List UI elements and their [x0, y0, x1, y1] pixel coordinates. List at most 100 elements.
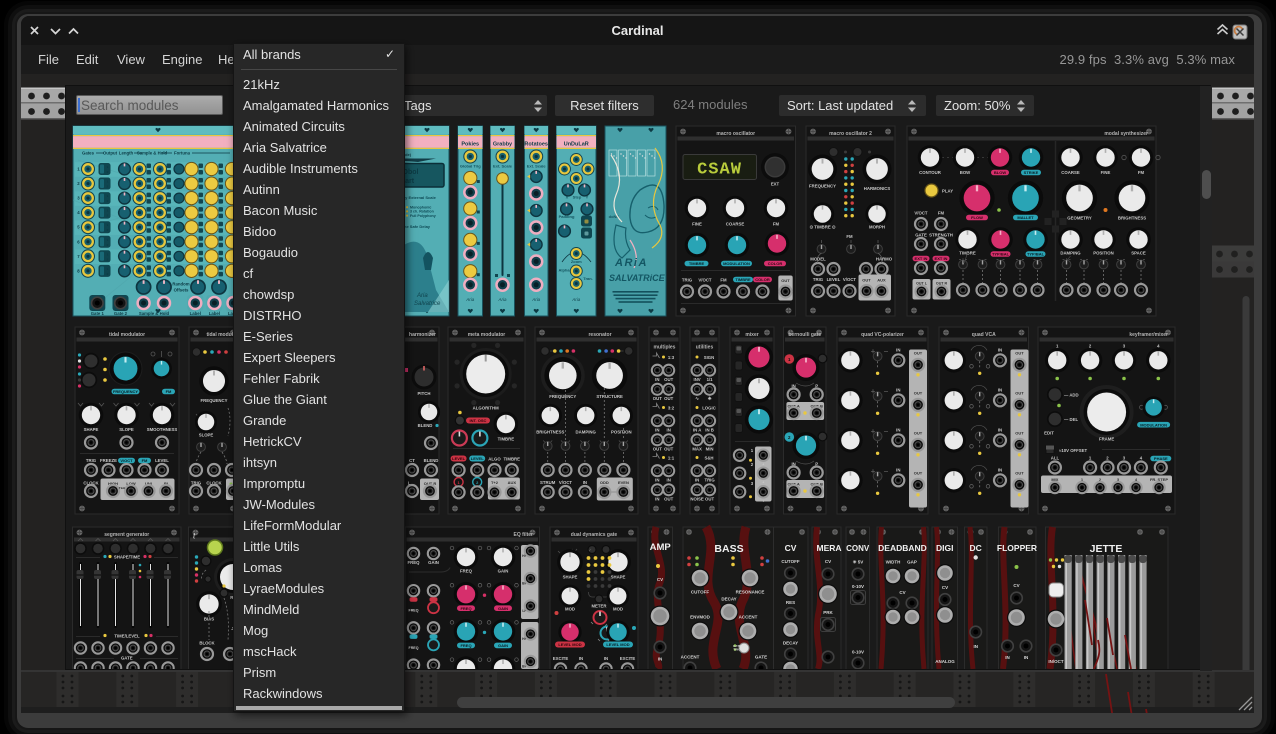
- svg-text:MAX: MAX: [692, 447, 702, 452]
- svg-text:Full Polyphony: Full Polyphony: [410, 214, 436, 218]
- svg-text:Random: Random: [172, 282, 189, 287]
- svg-text:utilities: utilities: [696, 345, 714, 351]
- svg-text:— ADD: — ADD: [1064, 393, 1079, 398]
- svg-text:FM: FM: [142, 458, 148, 463]
- svg-text:Sample & Hold: Sample & Hold: [139, 311, 170, 316]
- svg-text:CV: CV: [825, 559, 831, 564]
- svg-text:Gate 1: Gate 1: [91, 311, 105, 316]
- svg-text:CV: CV: [657, 577, 663, 582]
- svg-text:TRIG: TRIG: [682, 278, 693, 283]
- svg-text:BASS: BASS: [714, 543, 743, 555]
- svg-text:ARiA: ARiA: [614, 257, 648, 269]
- svg-text:FM: FM: [846, 234, 853, 239]
- svg-text:FREQ: FREQ: [460, 606, 471, 611]
- svg-text:Offsets: Offsets: [174, 288, 189, 293]
- svg-text:modal synthesizer: modal synthesizer: [1104, 131, 1148, 137]
- svg-text:CUTOFF: CUTOFF: [691, 590, 709, 595]
- svg-text:TRIG: TRIG: [813, 277, 824, 282]
- svg-text:TIMBRE: TIMBRE: [498, 437, 515, 442]
- svg-text:V/OCT: V/OCT: [120, 458, 133, 463]
- svg-text:SPACE: SPACE: [1131, 251, 1146, 256]
- svg-text:OUT: OUT: [914, 470, 923, 475]
- svg-text:Gates: Gates: [82, 151, 95, 156]
- svg-text:IN: IN: [896, 387, 900, 392]
- svg-text:GAIN: GAIN: [498, 606, 508, 611]
- svg-text:Pokies: Pokies: [461, 141, 479, 147]
- svg-text:IN: IN: [896, 467, 900, 472]
- svg-text:COARSE: COARSE: [726, 222, 745, 227]
- svg-text:DECAY: DECAY: [721, 597, 736, 602]
- svg-text:BLEND: BLEND: [424, 458, 439, 463]
- svg-text:IN: IN: [998, 467, 1002, 472]
- svg-text:quad VC-polarizer: quad VC-polarizer: [861, 332, 904, 338]
- svg-text:STRIKE: STRIKE: [1024, 170, 1039, 175]
- svg-text:IN: IN: [667, 428, 671, 433]
- svg-text:IN: IN: [655, 497, 659, 502]
- svg-text:DECAY: DECAY: [783, 641, 798, 646]
- svg-text:Output: Output: [103, 151, 118, 156]
- svg-text:segment generator: segment generator: [104, 532, 149, 538]
- svg-text:IN: IN: [655, 428, 659, 433]
- svg-text:IN: IN: [1024, 655, 1029, 660]
- svg-text:IN: IN: [998, 387, 1002, 392]
- svg-text:Tran.: Tran.: [583, 276, 593, 281]
- svg-text:S&H: S&H: [704, 456, 713, 461]
- svg-text:FREQ: FREQ: [460, 643, 471, 648]
- svg-text:BOW: BOW: [960, 170, 971, 175]
- svg-text:SHAPE: SHAPE: [563, 575, 578, 580]
- svg-text:ODD: ODD: [600, 480, 609, 485]
- svg-text:— DEL: — DEL: [1064, 417, 1078, 422]
- svg-text:⎈: ⎈: [708, 396, 712, 401]
- svg-text:IN/OCT: IN/OCT: [1048, 659, 1064, 664]
- svg-text:CONTOUR: CONTOUR: [919, 170, 942, 175]
- svg-text:PITCH: PITCH: [418, 391, 431, 396]
- svg-text:IN: IN: [655, 478, 659, 483]
- svg-text:MORPH: MORPH: [869, 225, 885, 230]
- svg-text:NOISE: NOISE: [690, 497, 704, 502]
- svg-text:Ext. Scale: Ext. Scale: [493, 164, 513, 169]
- svg-text:IN: IN: [583, 480, 587, 485]
- svg-text:SHAPE/TIME: SHAPE/TIME: [114, 555, 140, 560]
- svg-text:1/1: 1/1: [707, 377, 714, 382]
- svg-text:keyframer/mixer: keyframer/mixer: [1129, 332, 1168, 338]
- svg-text:WIDTH: WIDTH: [886, 560, 901, 565]
- svg-text:RESONANCE: RESONANCE: [736, 590, 765, 595]
- svg-text:Zoom: Zoom: [571, 259, 582, 264]
- svg-text:METER: METER: [591, 604, 607, 609]
- svg-text:STRUM: STRUM: [540, 480, 556, 485]
- svg-text:FINE: FINE: [692, 222, 702, 227]
- svg-text:COLOR: COLOR: [768, 261, 783, 266]
- svg-text:IN: IN: [1005, 655, 1010, 660]
- svg-text:EVEN: EVEN: [618, 480, 629, 485]
- svg-text:bernoulli gate: bernoulli gate: [788, 332, 821, 338]
- svg-text:RES: RES: [786, 600, 795, 605]
- svg-text:PRK: PRK: [823, 610, 833, 615]
- svg-text:X: X: [566, 195, 569, 200]
- svg-text:OUT: OUT: [914, 390, 923, 395]
- svg-text:harmonizer: harmonizer: [409, 332, 436, 338]
- svg-text:EXCITE: EXCITE: [620, 656, 636, 661]
- svg-text:CSAW: CSAW: [697, 161, 742, 180]
- svg-text:LEVEL: LEVEL: [827, 277, 841, 282]
- svg-text:MERA: MERA: [816, 543, 841, 553]
- svg-text:SIGN: SIGN: [704, 355, 715, 360]
- svg-text:LOGIC: LOGIC: [702, 406, 716, 411]
- svg-text:Aria: Aria: [531, 297, 540, 302]
- svg-text:FRAME: FRAME: [1099, 437, 1114, 442]
- svg-text:IN: IN: [998, 427, 1002, 432]
- svg-text:MOD: MOD: [613, 607, 623, 612]
- svg-text:T+2: T+2: [491, 480, 499, 485]
- svg-text:IN: IN: [896, 347, 900, 352]
- svg-text:Alpha: Alpha: [558, 268, 570, 273]
- svg-text:Gate 2: Gate 2: [114, 311, 128, 316]
- svg-text:CV: CV: [1013, 583, 1019, 588]
- svg-text:LEVEL MOD: LEVEL MOD: [606, 642, 629, 647]
- svg-text:FM: FM: [1138, 170, 1145, 175]
- svg-text:SHAPE: SHAPE: [611, 575, 626, 580]
- svg-text:MALLET: MALLET: [1017, 215, 1034, 220]
- svg-text:SLOPE: SLOPE: [199, 433, 214, 438]
- svg-text:FREQUENCY: FREQUENCY: [549, 394, 576, 399]
- svg-text:TIMBRE: TIMBRE: [689, 261, 705, 266]
- svg-text:OUT: OUT: [1015, 470, 1024, 475]
- svg-text:STRUCTURE: STRUCTURE: [596, 394, 623, 399]
